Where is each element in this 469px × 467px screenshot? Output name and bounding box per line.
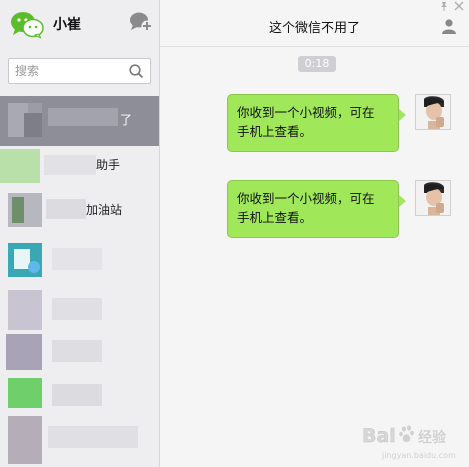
avatar-photo-icon — [416, 181, 450, 215]
conversation-header: 这个微信不用了 — [160, 0, 469, 47]
user-name: 小崔 — [53, 17, 81, 33]
chat-list-item[interactable]: 助手 — [0, 141, 159, 191]
avatar — [8, 193, 42, 227]
chat-list: 了 助手 加油站 — [0, 96, 159, 467]
chat-list-item[interactable]: 加油站 — [0, 186, 159, 236]
baidu-watermark-logo: Bai 经验 jingyan.baidu.com — [362, 425, 456, 460]
message: 你收到一个小视频，可在 手机上查看。 — [225, 94, 466, 164]
sidebar-header: 小崔 — [0, 0, 159, 50]
message-text-line: 你收到一个小视频，可在 — [237, 191, 375, 206]
chat-title: 了 — [120, 113, 133, 127]
message-bubble[interactable]: 你收到一个小视频，可在 手机上查看。 — [227, 94, 399, 152]
message-text-line: 手机上查看。 — [237, 124, 313, 139]
avatar — [8, 243, 42, 277]
chat-title: 加油站 — [86, 203, 123, 217]
search-input[interactable] — [15, 62, 125, 80]
message-text-line: 你收到一个小视频，可在 — [237, 105, 375, 120]
message-text-line: 手机上查看。 — [237, 210, 313, 225]
chat-list-item[interactable] — [0, 328, 159, 378]
conversation-panel: 这个微信不用了 0:18 你收到一个小视频，可在 手机上查看。 你收到一个小视频… — [160, 0, 469, 467]
timestamp-badge: 0:18 — [298, 56, 336, 72]
close-icon[interactable] — [454, 1, 464, 11]
svg-text:经验: 经验 — [418, 430, 446, 446]
chat-list-item[interactable] — [0, 416, 159, 466]
profile-icon[interactable] — [441, 18, 457, 34]
bubble-arrow — [399, 109, 406, 121]
new-chat-icon[interactable] — [129, 11, 153, 33]
search-box[interactable] — [8, 58, 151, 84]
message-bubble[interactable]: 你收到一个小视频，可在 手机上查看。 — [227, 180, 399, 238]
avatar — [8, 103, 42, 137]
sidebar: 小崔 了 助手 — [0, 0, 160, 467]
avatar[interactable] — [415, 94, 451, 130]
chat-title: 助手 — [96, 158, 121, 172]
avatar[interactable] — [415, 180, 451, 216]
chat-list-item[interactable]: 了 — [0, 96, 159, 146]
pin-icon[interactable] — [439, 1, 449, 11]
avatar-photo-icon — [416, 95, 450, 129]
search-icon[interactable] — [128, 63, 144, 79]
svg-text:jingyan.baidu.com: jingyan.baidu.com — [381, 451, 456, 460]
bubble-arrow — [399, 195, 406, 207]
chat-list-item[interactable] — [0, 236, 159, 286]
wechat-logo-icon — [11, 12, 44, 39]
conversation-title: 这个微信不用了 — [268, 21, 360, 36]
message: 你收到一个小视频，可在 手机上查看。 — [225, 180, 466, 250]
svg-text:Bai: Bai — [362, 425, 396, 447]
